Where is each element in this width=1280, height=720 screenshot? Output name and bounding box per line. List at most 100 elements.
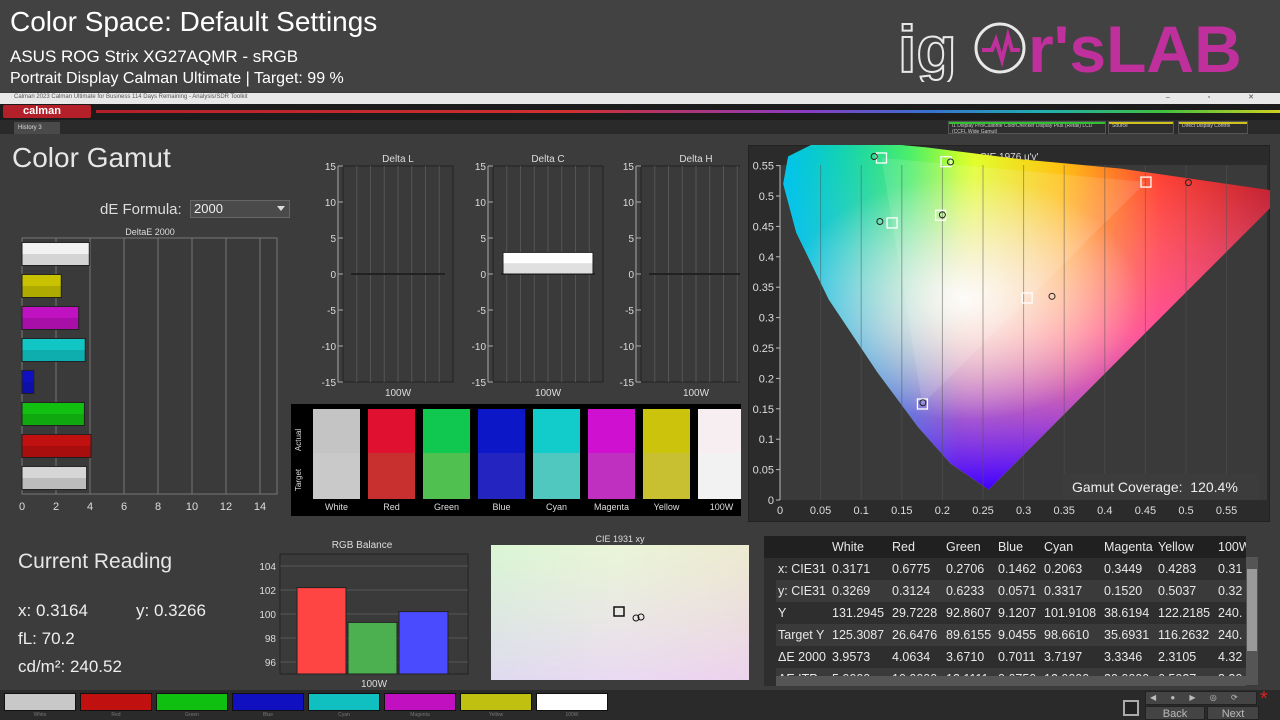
rgb-ytick: 104 (259, 562, 276, 573)
rgb-balance-chart: RGB Balance 104 102 100 98 96 100W (259, 540, 469, 690)
patch-white[interactable] (4, 693, 76, 711)
table-cell: 101.9108 (1044, 606, 1097, 620)
swatch-white: White (313, 409, 360, 512)
patch-cyan[interactable] (308, 693, 380, 711)
patch-label: Red (111, 712, 121, 718)
delta-ytick: -5 (625, 306, 634, 317)
swatch-target (698, 453, 741, 499)
table-vertical-scrollbar[interactable] (1246, 557, 1258, 685)
slide-title: Color Space: Default Settings (10, 6, 378, 37)
patch-blue[interactable] (232, 693, 304, 711)
cie76-xtick: 0.2 (935, 505, 950, 517)
measurement-controls[interactable]: ◀ ● ▶ ◎ ⟳ ▣ (1145, 691, 1257, 714)
table-horizontal-scrollbar[interactable] (776, 676, 1246, 686)
slide-header: Color Space: Default Settings ASUS ROG S… (0, 0, 1280, 92)
patch-magenta[interactable] (384, 693, 456, 711)
table-cell: 35.6931 (1104, 628, 1150, 642)
table-cell: 0.3317 (1044, 584, 1083, 598)
screen: Color Space: Default Settings ASUS ROG S… (0, 0, 1280, 720)
swatch-actual (313, 409, 360, 453)
current-reading-title: Current Reading (18, 550, 173, 573)
tab-history[interactable]: History 3 (14, 122, 60, 134)
swatch-label: Green (434, 502, 459, 512)
calman-menu-button[interactable]: calman (3, 105, 91, 118)
rgb-balance-title: RGB Balance (332, 540, 393, 551)
slide-subtitle-2: Portrait Display Calman Ultimate | Targe… (10, 70, 344, 87)
patch-100w[interactable] (536, 693, 608, 711)
delta-ytick: 10 (475, 198, 487, 209)
reading-x: x: 0.3164 (18, 601, 88, 620)
swatch-actual (423, 409, 470, 453)
next-button[interactable]: Next (1207, 706, 1259, 720)
patch-green[interactable] (156, 693, 228, 711)
column-header: Cyan (1044, 540, 1074, 554)
table-cell: 0.31 (1218, 562, 1243, 576)
reading-cd: cd/m²: 240.52 (18, 657, 122, 676)
table-cell: 3.9573 (832, 650, 871, 664)
cie76-xtick: 0.35 (1053, 505, 1074, 517)
table-cell: 0.3269 (832, 584, 871, 598)
row-label: Target Y (778, 628, 825, 642)
delta-ytick: -10 (620, 342, 635, 353)
rgb-bar-green (347, 621, 398, 675)
row-label: x: CIE31 (778, 562, 826, 576)
scrollbar-thumb[interactable] (1247, 569, 1257, 651)
column-header: Yellow (1158, 540, 1194, 554)
meter-selector[interactable]: i1 Display Pro/Calibrite ColorChecker Di… (948, 121, 1106, 134)
slide-subtitle: ASUS ROG Strix XG27AQMR - sRGB (10, 47, 299, 66)
cie76-ytick: 0.1 (759, 434, 774, 446)
column-header: White (832, 540, 864, 554)
swatch-target (423, 453, 470, 499)
row-label-actual: Actual (294, 429, 303, 451)
table-cell: 26.6476 (892, 628, 938, 642)
cie76-ytick: 0.45 (753, 221, 774, 233)
table-cell: 0.4283 (1158, 562, 1197, 576)
swatch-label: Red (383, 502, 400, 512)
delta-chart-title: Delta L (382, 154, 414, 165)
ribbon-rainbow (96, 110, 1280, 113)
stop-icon[interactable] (1123, 700, 1139, 716)
table-cell: 92.8607 (946, 606, 992, 620)
patch-yellow[interactable] (460, 693, 532, 711)
swatch-target (533, 453, 580, 499)
table-cell: 0.1462 (998, 562, 1037, 576)
source-selector[interactable]: Source (1108, 121, 1174, 134)
patch-red[interactable] (80, 693, 152, 711)
swatch-100w: 100W (698, 409, 741, 512)
cie76-xtick: 0.5 (1178, 505, 1193, 517)
patch-label: Yellow (488, 712, 504, 718)
window-title: Calman 2023 Calman Ultimate for Business… (14, 94, 248, 100)
table-cell: 3.7197 (1044, 650, 1083, 664)
swatch-label: Cyan (546, 502, 567, 512)
patch-label: Blue (262, 712, 273, 718)
swatch-actual (588, 409, 635, 453)
delta-xlabel: 100W (385, 388, 412, 398)
table-cell: 0.3171 (832, 562, 871, 576)
swatch-label: Magenta (594, 502, 629, 512)
de-formula-select[interactable]: 2000 (190, 200, 290, 218)
reading-y: y: 0.3266 (136, 601, 206, 620)
table-cell: 4.32 (1218, 650, 1243, 664)
logo-text-mid: r'sLAB (1028, 12, 1242, 82)
window-controls[interactable]: – ▫ ✕ (1166, 93, 1272, 101)
asterisk-icon: * (1260, 688, 1268, 710)
swatch-red: Red (368, 409, 415, 512)
swatch-label: 100W (710, 502, 734, 512)
cie76-ytick: 0.3 (759, 313, 774, 325)
deltae-bar-shade (22, 318, 79, 330)
results-table[interactable]: White Red Green Blue Cyan Magenta Yellow 100W x:… (764, 536, 1246, 686)
table-cell: 0.6775 (892, 562, 931, 576)
cie76-ytick: 0.4 (759, 252, 774, 264)
delta-chart-title: Delta C (531, 154, 564, 165)
swatch-magenta: Magenta (588, 409, 635, 512)
rgb-bar-red (296, 587, 347, 675)
deltae-xtick: 0 (19, 501, 25, 513)
delta-ytick: 5 (628, 234, 634, 245)
cie1931-overlay (491, 545, 749, 680)
column-header: 100W (1218, 540, 1246, 554)
display-selector[interactable]: Direct Display Control (1178, 121, 1248, 134)
deltae-bar-magenta (21, 305, 80, 331)
back-button[interactable]: Back (1145, 706, 1205, 720)
cie76-xtick: 0.15 (891, 505, 912, 517)
deltae-title: DeltaE 2000 (125, 227, 175, 237)
